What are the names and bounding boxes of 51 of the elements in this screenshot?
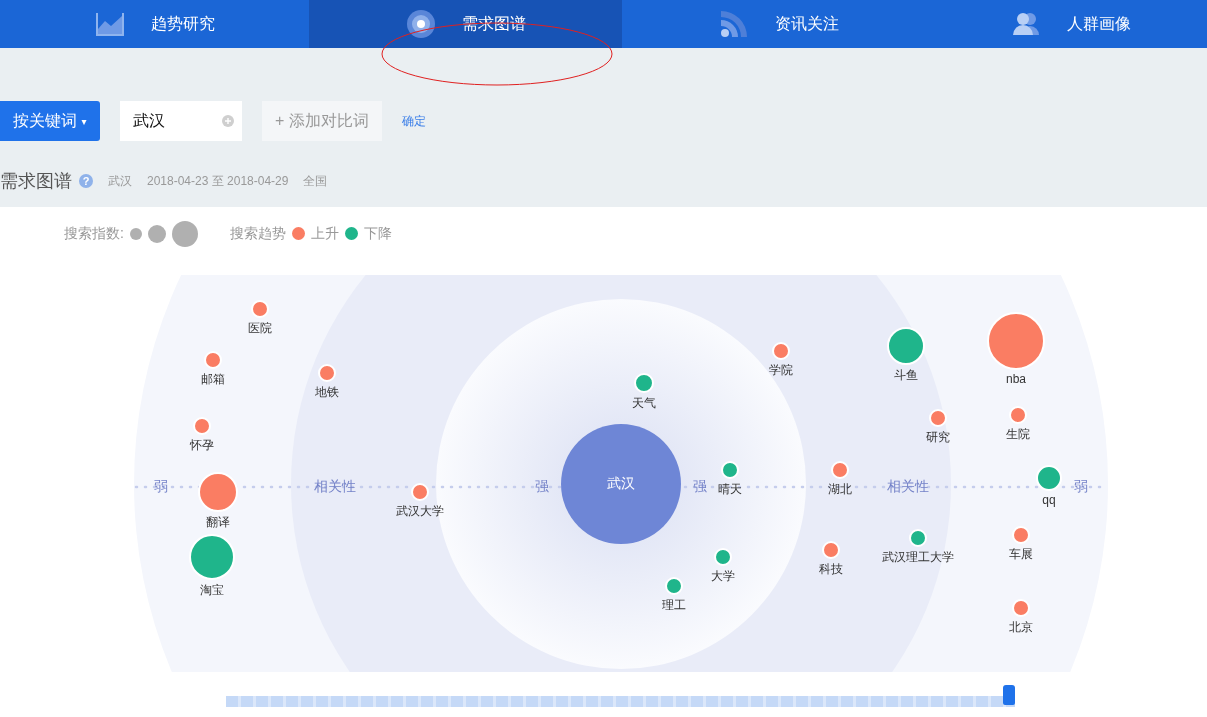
keyword-label: 研究 <box>926 429 950 446</box>
keyword-label: nba <box>1006 372 1026 386</box>
keyword-label: 武汉理工大学 <box>882 549 954 566</box>
axis-label: 弱 <box>1074 478 1088 496</box>
plus-circle-icon[interactable] <box>222 115 234 127</box>
keyword-label: 大学 <box>711 568 735 585</box>
axis-label: 强 <box>693 478 707 496</box>
keyword-label: 淘宝 <box>200 582 224 599</box>
legend-label: 搜索趋势 <box>229 224 286 243</box>
keyword-label: 科技 <box>819 561 843 578</box>
section-title: 需求图谱 <box>0 170 72 193</box>
keyword-label: 湖北 <box>828 481 852 498</box>
add-compare-button[interactable]: + 添加对比词 <box>262 101 382 141</box>
region-text: 全国 <box>303 172 328 190</box>
axis-label: 相关性 <box>314 478 356 496</box>
legend-label: 下降 <box>363 224 392 243</box>
size-dot-icon <box>171 220 198 247</box>
size-dot-icon <box>129 227 142 240</box>
keyword-label: 生院 <box>1006 426 1030 443</box>
keyword-label: 地铁 <box>315 384 339 401</box>
keyword-label: 邮箱 <box>201 371 225 388</box>
nav-tab[interactable]: 人群画像 <box>935 0 1207 48</box>
keyword-label: 天气 <box>632 395 656 412</box>
mode-dropdown-button[interactable]: 按关键词 ▾ <box>0 101 100 141</box>
axis-label: 弱 <box>154 478 168 496</box>
keyword-label: 北京 <box>1009 619 1033 636</box>
keyword-label: 怀孕 <box>190 437 214 454</box>
keyword-label: 理工 <box>662 597 686 614</box>
keyword-label: 斗鱼 <box>894 367 918 384</box>
keyword-label: 晴天 <box>718 481 742 498</box>
date-range: 2018-04-23 至 2018-04-29 <box>147 172 289 190</box>
legend-label: 搜索指数: <box>64 224 124 243</box>
target-icon <box>405 9 436 39</box>
nav-tab[interactable]: 资讯关注 <box>622 0 935 48</box>
keyword-label: qq <box>1042 493 1056 507</box>
legend-label: 上升 <box>310 224 339 243</box>
signal-icon <box>718 9 749 39</box>
keyword-label: 医院 <box>248 320 272 337</box>
keyword-label: 翻译 <box>206 514 230 531</box>
keyword-field[interactable]: 武汉 <box>120 101 242 141</box>
keyword-label: 车展 <box>1009 546 1033 563</box>
axis-label: 相关性 <box>887 478 929 496</box>
axis-label: 强 <box>535 478 549 496</box>
nav-tab[interactable]: 趋势研究 <box>0 0 309 48</box>
size-dot-icon <box>147 224 166 243</box>
time-slider[interactable] <box>226 685 1015 707</box>
keyword-label: 学院 <box>769 362 793 379</box>
slider-handle[interactable] <box>1003 685 1015 705</box>
confirm-link[interactable]: 确定 <box>402 112 426 130</box>
keyword-text: 武汉 <box>108 172 132 190</box>
keyword-label: 武汉大学 <box>396 503 444 520</box>
